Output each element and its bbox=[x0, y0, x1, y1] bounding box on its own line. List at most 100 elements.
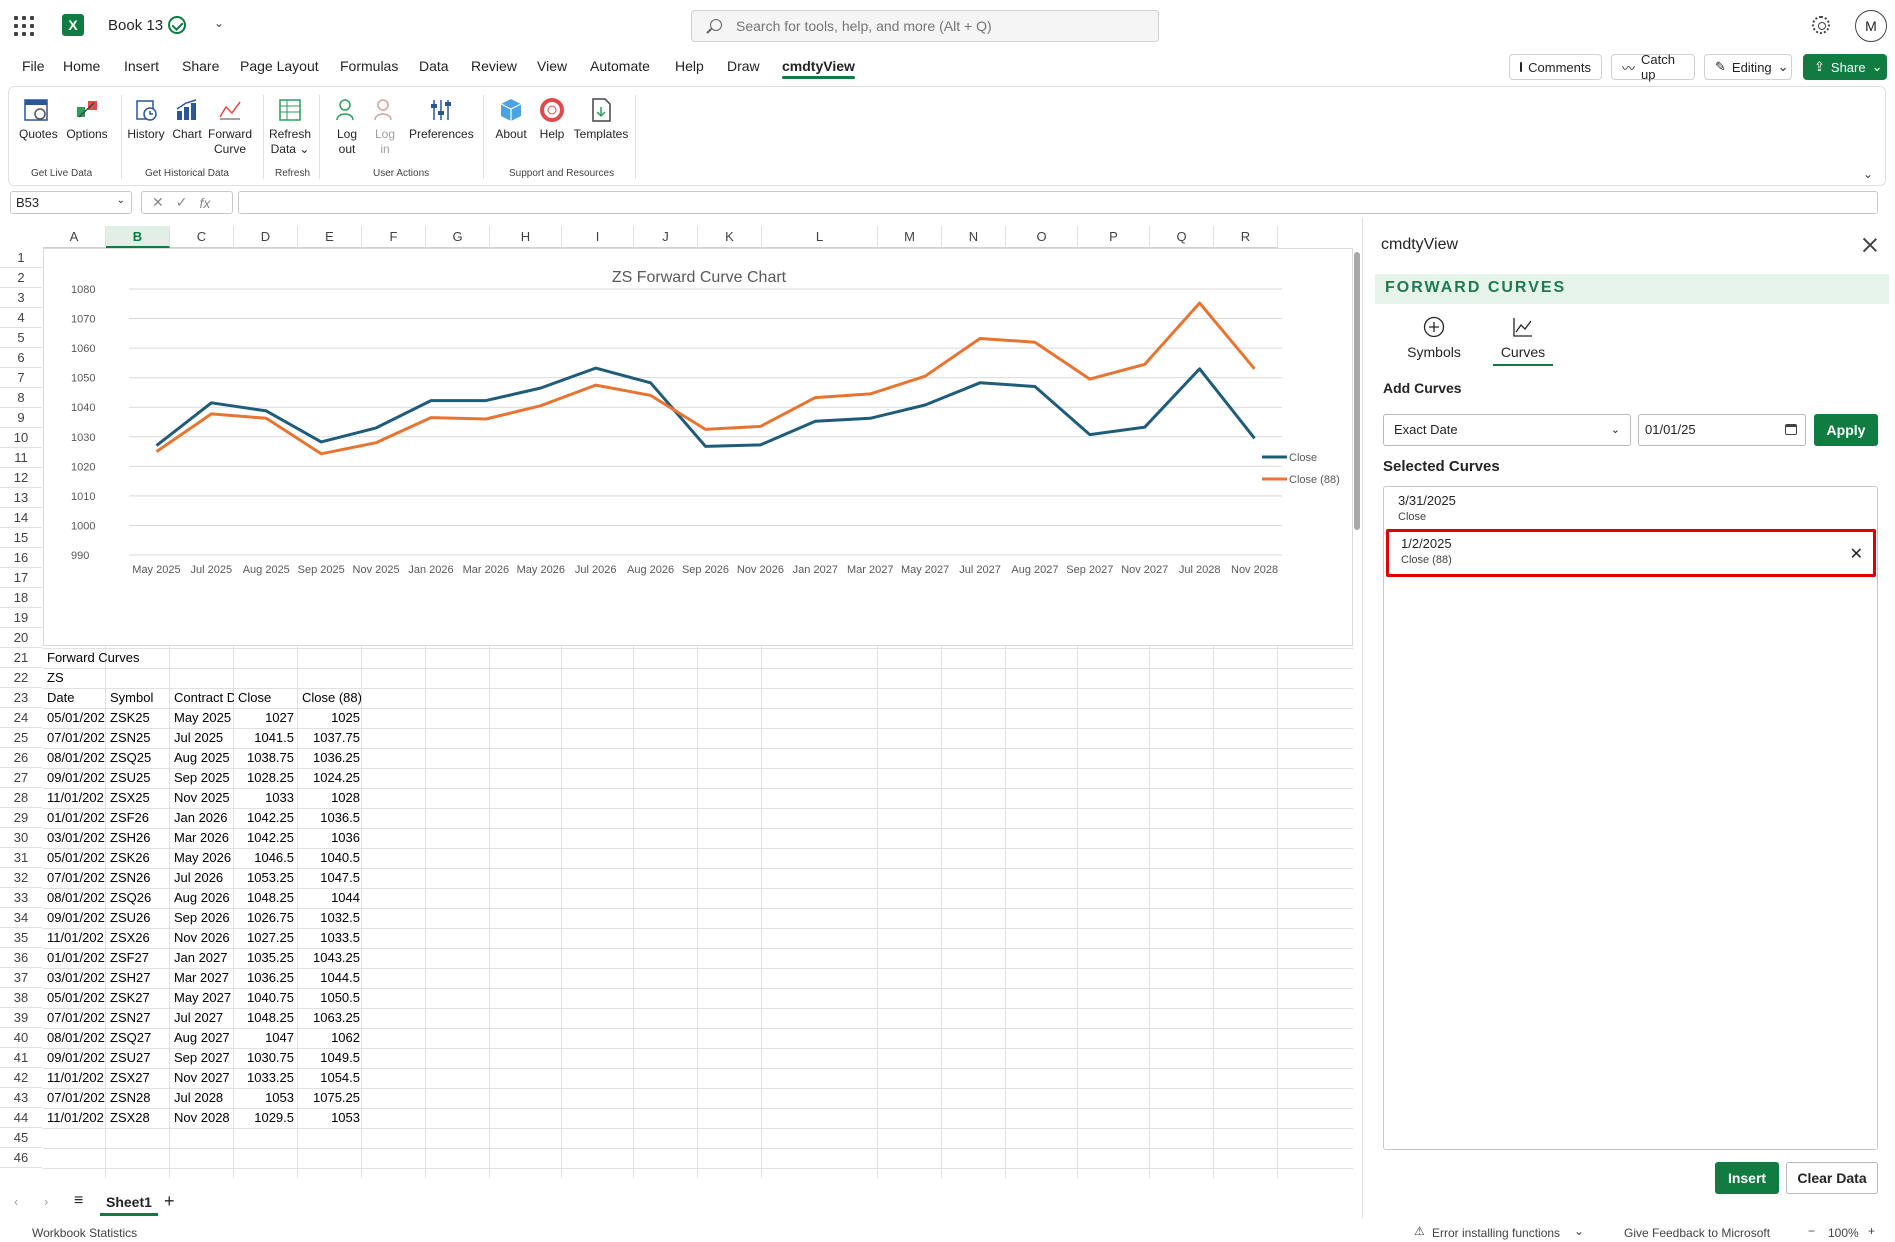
table-cell[interactable]: 1026.75 bbox=[236, 908, 296, 928]
table-cell[interactable]: 07/01/202 bbox=[45, 728, 107, 748]
row-header[interactable]: 25 bbox=[0, 728, 42, 748]
workbook-statistics[interactable]: Workbook Statistics bbox=[32, 1226, 137, 1240]
table-cell[interactable]: 1025 bbox=[300, 708, 362, 728]
table-cell[interactable]: 08/01/202 bbox=[45, 748, 107, 768]
cancel-icon[interactable]: ✕ bbox=[152, 194, 164, 211]
feedback-link[interactable]: Give Feedback to Microsoft bbox=[1624, 1226, 1770, 1240]
table-cell[interactable]: ZSX28 bbox=[108, 1108, 170, 1128]
table-cell[interactable]: 11/01/202 bbox=[45, 928, 107, 948]
row-header[interactable]: 43 bbox=[0, 1088, 42, 1108]
row-header[interactable]: 12 bbox=[0, 468, 42, 488]
history-button[interactable]: History bbox=[123, 97, 169, 142]
column-header-q[interactable]: Q bbox=[1150, 226, 1214, 248]
table-cell[interactable]: 1029.5 bbox=[236, 1108, 296, 1128]
table-cell[interactable]: ZSN28 bbox=[108, 1088, 170, 1108]
tab-view[interactable]: View bbox=[537, 58, 567, 74]
table-cell[interactable]: 08/01/202 bbox=[45, 888, 107, 908]
column-header-k[interactable]: K bbox=[698, 226, 762, 248]
row-header[interactable]: 45 bbox=[0, 1128, 42, 1148]
column-header-b[interactable]: B bbox=[106, 226, 170, 248]
row-header[interactable]: 9 bbox=[0, 408, 42, 428]
close-icon[interactable] bbox=[1861, 236, 1879, 254]
column-header-p[interactable]: P bbox=[1078, 226, 1150, 248]
tab-curves[interactable]: Curves bbox=[1493, 316, 1553, 366]
table-cell[interactable]: 1047.5 bbox=[300, 868, 362, 888]
table-cell[interactable]: 1053 bbox=[300, 1108, 362, 1128]
table-cell[interactable]: 1028 bbox=[300, 788, 362, 808]
table-cell[interactable]: 1054.5 bbox=[300, 1068, 362, 1088]
formula-input[interactable] bbox=[238, 191, 1878, 214]
row-header[interactable]: 15 bbox=[0, 528, 42, 548]
search-input[interactable] bbox=[736, 11, 1146, 41]
curve-item[interactable]: 3/31/2025 Close bbox=[1386, 489, 1876, 531]
share-button[interactable]: ⇪ Share ⌄ bbox=[1803, 54, 1887, 80]
forward-curve-button[interactable]: Forward Curve bbox=[205, 97, 255, 157]
row-header[interactable]: 23 bbox=[0, 688, 42, 708]
vertical-scrollbar[interactable] bbox=[1352, 250, 1362, 1168]
options-button[interactable]: Options bbox=[61, 97, 113, 142]
table-cell[interactable]: Sep 2025 bbox=[172, 768, 234, 788]
table-cell[interactable]: ZSH26 bbox=[108, 828, 170, 848]
row-header[interactable]: 35 bbox=[0, 928, 42, 948]
row-header[interactable]: 3 bbox=[0, 288, 42, 308]
row-header[interactable]: 6 bbox=[0, 348, 42, 368]
table-cell[interactable]: Sep 2026 bbox=[172, 908, 234, 928]
table-cell[interactable]: Aug 2027 bbox=[172, 1028, 234, 1048]
table-cell[interactable]: 01/01/202 bbox=[45, 808, 107, 828]
table-cell[interactable]: 1063.25 bbox=[300, 1008, 362, 1028]
next-sheet-icon[interactable]: › bbox=[44, 1194, 48, 1209]
table-cell[interactable]: 05/01/202 bbox=[45, 848, 107, 868]
table-cell[interactable]: 03/01/202 bbox=[45, 828, 107, 848]
table-cell[interactable]: 05/01/202 bbox=[45, 708, 107, 728]
about-button[interactable]: About bbox=[491, 97, 531, 142]
table-cell[interactable]: 1049.5 bbox=[300, 1048, 362, 1068]
row-header[interactable]: 41 bbox=[0, 1048, 42, 1068]
row-header[interactable]: 17 bbox=[0, 568, 42, 588]
zoom-level[interactable]: 100% bbox=[1828, 1226, 1859, 1240]
column-header-r[interactable]: R bbox=[1214, 226, 1278, 248]
table-cell[interactable]: ZSH27 bbox=[108, 968, 170, 988]
table-cell[interactable]: 1048.25 bbox=[236, 1008, 296, 1028]
table-cell[interactable]: 1075.25 bbox=[300, 1088, 362, 1108]
table-cell[interactable]: 1046.5 bbox=[236, 848, 296, 868]
table-cell[interactable]: 1038.75 bbox=[236, 748, 296, 768]
confirm-icon[interactable]: ✓ bbox=[176, 194, 188, 211]
chevron-down-icon[interactable]: ⌄ bbox=[214, 16, 224, 30]
table-cell[interactable]: 11/01/202 bbox=[45, 788, 107, 808]
table-cell[interactable]: 1027 bbox=[236, 708, 296, 728]
chart-button[interactable]: Chart bbox=[169, 97, 205, 142]
table-cell[interactable]: 1047 bbox=[236, 1028, 296, 1048]
horizontal-scrollbar[interactable] bbox=[46, 1176, 1346, 1178]
table-cell[interactable]: ZSQ26 bbox=[108, 888, 170, 908]
table-cell[interactable]: 07/01/202 bbox=[45, 1088, 107, 1108]
catch-up-button[interactable]: 〰 Catch up bbox=[1611, 52, 1695, 82]
row-header[interactable]: 5 bbox=[0, 328, 42, 348]
row-header[interactable]: 13 bbox=[0, 488, 42, 508]
row-header[interactable]: 27 bbox=[0, 768, 42, 788]
column-header-o[interactable]: O bbox=[1006, 226, 1078, 248]
row-header[interactable]: 28 bbox=[0, 788, 42, 808]
table-cell[interactable]: 1033 bbox=[236, 788, 296, 808]
column-header-i[interactable]: I bbox=[562, 226, 634, 248]
table-cell[interactable]: 11/01/202 bbox=[45, 1108, 107, 1128]
tab-file[interactable]: File bbox=[22, 58, 45, 74]
table-cell[interactable]: ZSQ25 bbox=[108, 748, 170, 768]
table-cell[interactable]: 1036.5 bbox=[300, 808, 362, 828]
column-header-n[interactable]: N bbox=[942, 226, 1006, 248]
remove-curve-icon[interactable]: ✕ bbox=[1850, 544, 1863, 564]
apply-button[interactable]: Apply bbox=[1814, 414, 1878, 446]
table-cell[interactable]: Nov 2026 bbox=[172, 928, 234, 948]
table-cell[interactable]: 09/01/202 bbox=[45, 768, 107, 788]
column-header-a[interactable]: A bbox=[43, 226, 106, 248]
row-header[interactable]: 20 bbox=[0, 628, 42, 648]
row-header[interactable]: 1 bbox=[0, 248, 42, 268]
scrollbar-thumb[interactable] bbox=[1354, 252, 1360, 530]
table-cell[interactable]: 09/01/202 bbox=[45, 1048, 107, 1068]
table-cell[interactable]: 1042.25 bbox=[236, 808, 296, 828]
add-sheet-icon[interactable]: + bbox=[164, 1191, 175, 1212]
table-cell[interactable]: 1042.25 bbox=[236, 828, 296, 848]
zoom-out-icon[interactable]: − bbox=[1808, 1224, 1815, 1238]
search-box[interactable] bbox=[691, 10, 1159, 42]
table-cell[interactable]: May 2025 bbox=[172, 708, 234, 728]
header-contract[interactable]: Contract D bbox=[172, 688, 234, 708]
